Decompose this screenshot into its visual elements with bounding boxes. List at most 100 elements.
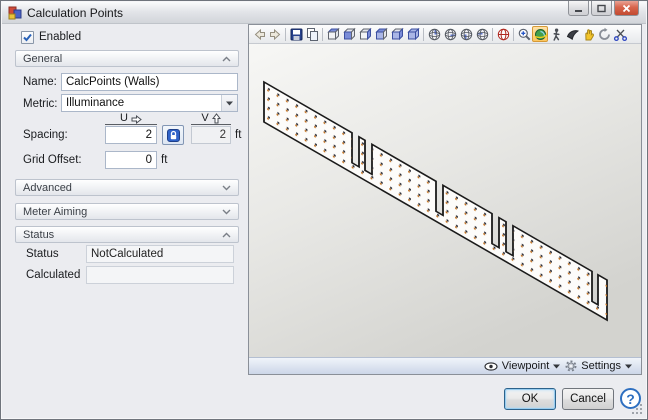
u-axis-header: U (105, 112, 157, 125)
view-cube-top-icon (326, 27, 340, 42)
enabled-label: Enabled (39, 31, 81, 43)
chevron-up-icon (222, 232, 231, 238)
orbit-sphere-w-icon (475, 27, 489, 42)
orbit-sphere-e-button[interactable] (442, 26, 458, 42)
save-icon (289, 27, 303, 42)
view-cube-front-right-button[interactable] (389, 26, 405, 42)
zoom-extents-button[interactable] (495, 26, 511, 42)
view-cube-iso-button[interactable] (405, 26, 421, 42)
view-cube-front-top-button[interactable] (373, 26, 389, 42)
forward-button[interactable] (267, 26, 283, 42)
viewpoint-label: Viewpoint (502, 360, 550, 372)
metric-label: Metric: (23, 98, 58, 110)
save-button[interactable] (288, 26, 304, 42)
close-icon (622, 4, 631, 13)
chevron-down-icon (222, 209, 231, 215)
calculated-value-field (86, 266, 234, 284)
arrow-up-icon (212, 113, 221, 124)
viewer-toolbar (249, 25, 641, 44)
chevron-up-icon (222, 56, 231, 62)
back-button[interactable] (251, 26, 267, 42)
viewpoint-dropdown[interactable]: Viewpoint (484, 360, 561, 372)
3d-wall-preview[interactable] (249, 44, 641, 357)
minimize-button[interactable] (568, 1, 589, 16)
minimize-icon (574, 4, 583, 13)
titlebar[interactable]: Calculation Points (2, 2, 646, 24)
app-icon (8, 6, 22, 20)
forward-arrow-icon (268, 27, 282, 42)
grid-offset-unit: ft (161, 154, 167, 166)
name-input[interactable] (61, 73, 238, 91)
orbit-sphere-s-button[interactable] (458, 26, 474, 42)
toolbar-separator (513, 28, 514, 41)
spacing-u-input[interactable] (105, 126, 157, 144)
viewer-statusbar: Viewpoint Settings (249, 357, 641, 374)
advanced-header-label: Advanced (23, 182, 72, 194)
section-header-status[interactable]: Status (15, 226, 239, 243)
fly-icon (565, 27, 579, 42)
dropdown-caret-icon (625, 364, 632, 369)
calculation-points-dialog: Calculation Points Enabled General Name:… (0, 0, 648, 420)
status-value-field (86, 245, 234, 263)
dropdown-caret-icon (553, 364, 560, 369)
orbit-sphere-n-button[interactable] (426, 26, 442, 42)
orbit-sphere-s-icon (459, 27, 473, 42)
spacing-lock-button[interactable] (162, 125, 184, 145)
enabled-checkbox[interactable] (21, 31, 34, 44)
view-cube-right-button[interactable] (357, 26, 373, 42)
toolbar-separator (285, 28, 286, 41)
resize-grip[interactable] (632, 404, 644, 416)
view-cube-front-top-icon (374, 27, 388, 42)
pan-hand-icon (581, 27, 595, 42)
fly-mode-button[interactable] (564, 26, 580, 42)
v-axis-header: V (191, 112, 231, 125)
metric-dropdown[interactable]: Illuminance (61, 94, 238, 112)
settings-label: Settings (581, 360, 621, 372)
orbit-mode-icon (533, 27, 547, 42)
checkmark-icon (22, 32, 33, 43)
toolbar-separator (492, 28, 493, 41)
view-cube-right-icon (358, 27, 372, 42)
v-label: V (201, 112, 208, 124)
view-cube-iso-icon (406, 27, 420, 42)
spacing-v-input (191, 126, 231, 144)
zoom-window-button[interactable] (516, 26, 532, 42)
orbit-sphere-n-icon (427, 27, 441, 42)
arrow-right-icon (131, 115, 142, 124)
zoom-icon (517, 27, 531, 42)
orbit-mode-button[interactable] (532, 26, 548, 42)
cancel-button[interactable]: Cancel (562, 388, 614, 410)
view-cube-top-button[interactable] (325, 26, 341, 42)
eye-icon (484, 362, 498, 371)
spacing-unit: ft (235, 129, 241, 141)
walk-mode-button[interactable] (548, 26, 564, 42)
spin-mode-button[interactable] (596, 26, 612, 42)
dropdown-arrow-icon (221, 95, 237, 111)
zoom-extents-icon (496, 27, 510, 42)
section-cut-button[interactable] (612, 26, 628, 42)
lock-icon (167, 129, 180, 142)
section-header-advanced[interactable]: Advanced (15, 179, 239, 196)
back-arrow-icon (252, 27, 266, 42)
general-header-label: General (23, 53, 62, 65)
name-label: Name: (23, 76, 57, 88)
pan-mode-button[interactable] (580, 26, 596, 42)
maximize-button[interactable] (591, 1, 612, 16)
close-button[interactable] (614, 1, 639, 16)
section-header-meter-aiming[interactable]: Meter Aiming (15, 203, 239, 220)
grid-offset-input[interactable] (105, 151, 157, 169)
rotate-arrow-icon (597, 27, 611, 42)
metric-value: Illuminance (62, 95, 221, 111)
copy-button[interactable] (304, 26, 320, 42)
settings-dropdown[interactable]: Settings (565, 360, 632, 372)
calculated-label: Calculated (26, 269, 80, 281)
meter-aiming-header-label: Meter Aiming (23, 206, 87, 218)
ok-button[interactable]: OK (504, 388, 556, 410)
section-header-general[interactable]: General (15, 50, 239, 67)
orbit-sphere-w-button[interactable] (474, 26, 490, 42)
view-cube-front-button[interactable] (341, 26, 357, 42)
maximize-icon (597, 4, 606, 13)
status-header-label: Status (23, 229, 54, 241)
spacing-label: Spacing: (23, 129, 68, 141)
walk-person-icon (549, 27, 563, 42)
